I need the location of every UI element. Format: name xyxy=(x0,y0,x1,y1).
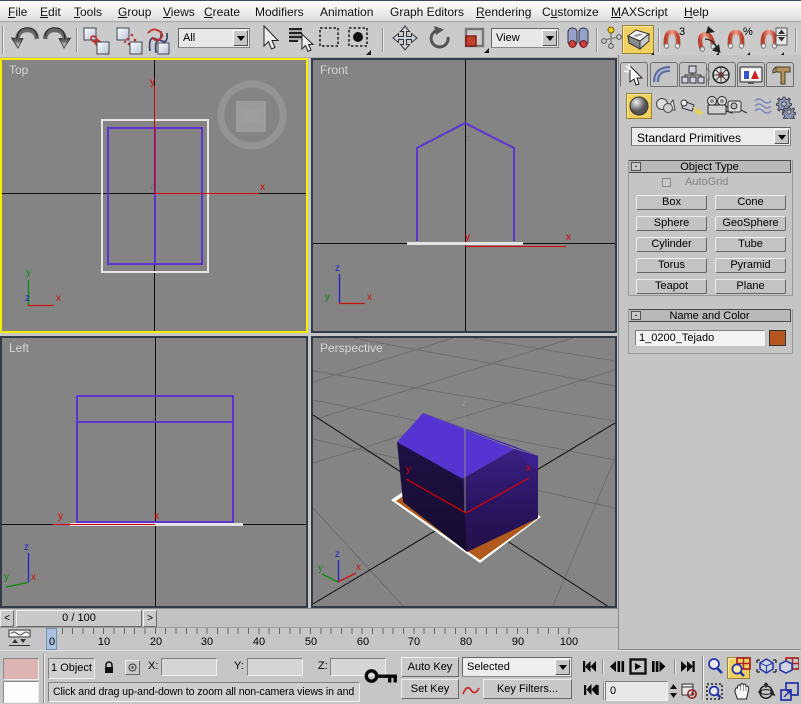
svg-text:z: z xyxy=(24,542,29,553)
svg-text:x: x xyxy=(526,463,531,474)
svg-text:50: 50 xyxy=(305,636,317,648)
svg-text:x: x xyxy=(566,232,571,243)
svg-text:z: z xyxy=(152,413,157,423)
svg-text:y: y xyxy=(318,563,323,574)
svg-text:x: x xyxy=(356,562,361,573)
svg-text:z: z xyxy=(335,263,340,274)
svg-text:z: z xyxy=(335,549,340,560)
svg-text:x: x xyxy=(31,572,36,583)
svg-text:90: 90 xyxy=(512,636,524,648)
svg-text:y: y xyxy=(150,77,155,88)
svg-text:%: % xyxy=(743,26,753,38)
svg-text:y: y xyxy=(465,232,470,243)
svg-text:60: 60 xyxy=(357,636,369,648)
svg-text:0: 0 xyxy=(49,636,55,648)
svg-text:x: x xyxy=(56,293,61,304)
svg-text:x: x xyxy=(154,511,159,522)
svg-text:y: y xyxy=(26,267,31,278)
svg-text:30: 30 xyxy=(201,636,213,648)
svg-text:40: 40 xyxy=(253,636,265,648)
svg-text:3: 3 xyxy=(679,26,685,38)
svg-text:z: z xyxy=(150,181,155,191)
svg-text:100: 100 xyxy=(560,636,578,648)
svg-text:z: z xyxy=(466,133,471,143)
svg-text:y: y xyxy=(58,511,63,522)
svg-text:y: y xyxy=(325,292,330,303)
svg-text:z: z xyxy=(462,398,467,408)
svg-text:x: x xyxy=(367,292,372,303)
svg-text:20: 20 xyxy=(150,636,162,648)
svg-text:x: x xyxy=(260,182,265,193)
svg-text:y: y xyxy=(4,572,9,583)
svg-text:80: 80 xyxy=(460,636,472,648)
svg-text:10: 10 xyxy=(98,636,110,648)
svg-text:z: z xyxy=(25,293,30,304)
svg-text:y: y xyxy=(406,464,411,475)
svg-text:70: 70 xyxy=(408,636,420,648)
